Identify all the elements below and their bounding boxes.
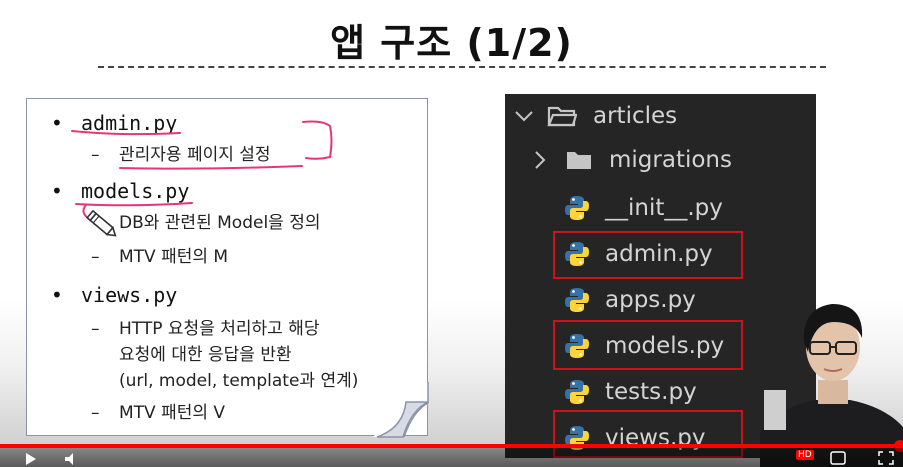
highlight-box-models xyxy=(553,320,743,370)
folder-label: articles xyxy=(593,103,678,129)
pencil-cursor-icon xyxy=(86,209,117,237)
detail-text: MTV 패턴의 M xyxy=(119,247,229,267)
detail-dash: – xyxy=(91,247,100,267)
presenter-video xyxy=(760,304,903,467)
bullet-admin: • admin.py xyxy=(51,111,178,135)
file-row-tests[interactable]: tests.py xyxy=(563,374,697,410)
detail-dash: – xyxy=(91,145,100,165)
play-icon[interactable] xyxy=(24,452,38,466)
folder-icon xyxy=(567,152,591,169)
detail-text: HTTP 요청을 처리하고 해당 xyxy=(119,319,320,339)
file-label: __init__.py xyxy=(605,195,723,221)
detail-text: DB와 관련된 Model을 정의 xyxy=(119,213,321,233)
hd-badge: HD xyxy=(796,450,814,460)
bullet-dot: • xyxy=(51,283,63,307)
detail-views-1: 요청에 대한 응답을 반환 xyxy=(119,343,292,367)
slide-title: 앱 구조 (1/2) xyxy=(330,21,573,65)
detail-dash: – xyxy=(91,319,100,339)
file-row-apps[interactable]: apps.py xyxy=(563,282,696,318)
chevron-right-icon xyxy=(535,151,546,169)
title-divider xyxy=(98,66,826,68)
file-row-init[interactable]: __init__.py xyxy=(563,190,723,226)
bullet-dot: • xyxy=(51,179,63,203)
folder-open-icon xyxy=(547,106,577,127)
folder-label: migrations xyxy=(609,147,732,173)
bullet-label-views: views.py xyxy=(81,283,178,307)
player-controls: HD xyxy=(0,448,903,467)
volume-icon[interactable] xyxy=(64,452,80,466)
detail-models-0: DB와 관련된 Model을 정의 xyxy=(119,211,321,235)
detail-admin-0: – 관리자용 페이지 설정 xyxy=(91,143,271,167)
highlight-box-admin xyxy=(553,231,743,279)
detail-text: (url, model, template과 연계) xyxy=(119,371,359,391)
detail-views-2: (url, model, template과 연계) xyxy=(119,369,358,393)
detail-text: 관리자용 페이지 설정 xyxy=(119,145,271,165)
bullet-views: • views.py xyxy=(51,283,178,307)
page-curl-icon xyxy=(373,382,429,438)
detail-views-0: – HTTP 요청을 처리하고 해당 xyxy=(91,317,320,341)
bullet-dot: • xyxy=(51,111,63,135)
detail-text: MTV 패턴의 V xyxy=(119,403,226,423)
detail-models-1: – MTV 패턴의 M xyxy=(91,245,229,269)
bullet-label-admin: admin.py xyxy=(81,111,178,135)
folder-row-articles[interactable]: articles xyxy=(513,98,677,134)
fullscreen-icon[interactable] xyxy=(878,451,894,465)
note-card: • admin.py – 관리자용 페이지 설정 • models.py DB와… xyxy=(26,98,428,436)
folder-row-migrations[interactable]: migrations xyxy=(533,142,732,178)
detail-views-3: – MTV 패턴의 V xyxy=(91,401,226,425)
python-file-icon xyxy=(563,286,591,314)
python-file-icon xyxy=(563,378,591,406)
detail-text: 요청에 대한 응답을 반환 xyxy=(119,345,292,365)
bullet-models: • models.py xyxy=(51,179,190,203)
file-label: tests.py xyxy=(605,379,697,405)
detail-dash: – xyxy=(91,403,100,423)
captions-icon[interactable] xyxy=(830,451,846,465)
file-label: apps.py xyxy=(605,287,696,313)
chevron-down-icon xyxy=(515,111,533,122)
python-file-icon xyxy=(563,194,591,222)
bullet-label-models: models.py xyxy=(81,179,190,203)
